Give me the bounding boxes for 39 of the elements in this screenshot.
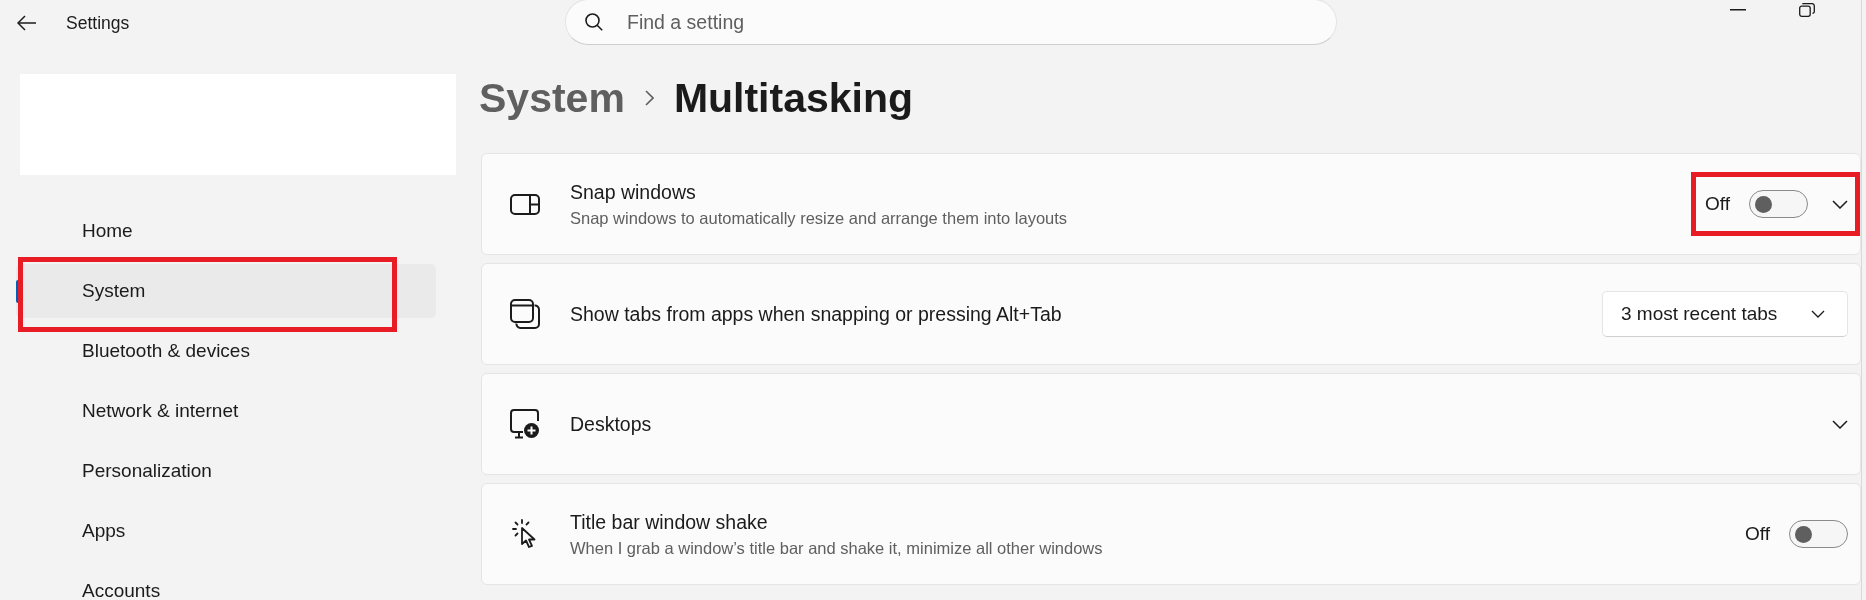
selection-indicator — [16, 280, 20, 303]
chevron-right-icon — [644, 90, 654, 106]
cursor-sparkle-icon — [512, 519, 538, 549]
setting-card[interactable]: Desktops — [481, 373, 1861, 475]
back-icon[interactable] — [17, 15, 36, 31]
nav-item[interactable]: Personalization — [16, 444, 436, 498]
setting-card[interactable]: Snap windows Snap windows to automatically resize and arrange them into layouts Off — [481, 153, 1861, 255]
nav-item[interactable]: Bluetooth & devices — [16, 324, 436, 378]
chevron-down-icon[interactable] — [1832, 199, 1848, 209]
snap-layout-icon — [510, 193, 540, 215]
setting-card[interactable]: Show tabs from apps when snapping or pressing Alt+Tab 3 most recent tabs — [481, 263, 1861, 365]
setting-title: Snap windows — [570, 179, 696, 204]
minimize-icon[interactable] — [1730, 9, 1746, 11]
setting-description: When I grab a window’s title bar and shake it, minimize all other windows — [570, 537, 1103, 559]
search-field[interactable]: Find a setting — [565, 0, 1337, 45]
window-title: Settings — [66, 12, 130, 34]
nav-item[interactable]: Network & internet — [16, 384, 436, 438]
state-label: Off — [1705, 193, 1730, 215]
chevron-down-icon[interactable] — [1832, 419, 1848, 429]
search-icon — [585, 13, 603, 31]
setting-card[interactable]: Title bar window shake When I grab a window’s title bar and shake it, minimize all other windows Off — [481, 483, 1861, 585]
restore-icon[interactable] — [1799, 3, 1815, 17]
nav-item[interactable]: Apps — [16, 504, 436, 558]
nav-item[interactable]: System — [16, 264, 436, 318]
setting-title: Show tabs from apps when snapping or pressing Alt+Tab — [570, 302, 1062, 326]
stacked-windows-icon — [510, 299, 540, 329]
chevron-down-icon — [1811, 310, 1825, 318]
monitor-plus-icon — [510, 409, 540, 439]
nav-item[interactable]: Accounts — [16, 564, 436, 600]
state-label: Off — [1745, 523, 1770, 545]
toggle-switch[interactable] — [1749, 190, 1808, 218]
toggle-switch[interactable] — [1789, 520, 1848, 548]
breadcrumb-link[interactable]: System — [479, 74, 625, 122]
setting-title: Desktops — [570, 412, 652, 436]
nav-item[interactable]: Home — [16, 204, 436, 258]
page-title: Multitasking — [673, 74, 914, 122]
setting-description: Snap windows to automatically resize and arrange them into layouts — [570, 207, 1068, 229]
setting-title: Title bar window shake — [570, 509, 768, 534]
tabs-dropdown[interactable]: 3 most recent tabs — [1602, 291, 1848, 337]
